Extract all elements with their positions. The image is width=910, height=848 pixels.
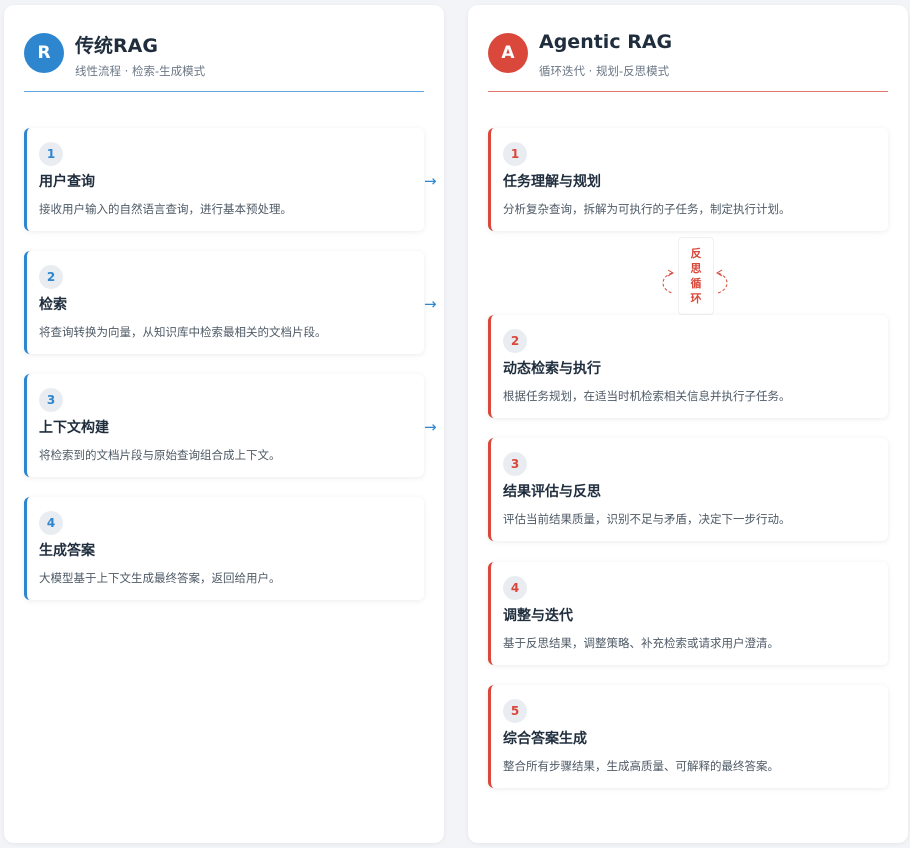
step-title: 调整与迭代 — [503, 608, 573, 624]
panel-subtitle: 线性流程 · 检索-生成模式 — [75, 64, 206, 78]
traditional-rag-panel: R 传统RAG 线性流程 · 检索-生成模式 1 用户查询 接收用户输入的自然语… — [4, 5, 444, 843]
step-card: 4 调整与迭代 基于反思结果，调整策略、补充检索或请求用户澄清。 — [488, 562, 888, 665]
step-title: 用户查询 — [39, 174, 95, 190]
step-number: 3 — [503, 452, 527, 476]
step-card: 1 用户查询 接收用户输入的自然语言查询，进行基本预处理。 — [24, 128, 424, 231]
step-title: 综合答案生成 — [503, 731, 587, 747]
step-card: 5 综合答案生成 整合所有步骤结果，生成高质量、可解释的最终答案。 — [488, 685, 888, 788]
panel-header: R 传统RAG 线性流程 · 检索-生成模式 — [24, 31, 424, 91]
step-description: 将检索到的文档片段与原始查询组合成上下文。 — [39, 448, 281, 462]
step-description: 评估当前结果质量，识别不足与矛盾，决定下一步行动。 — [503, 512, 791, 526]
step-title: 检索 — [39, 297, 67, 313]
step-title: 结果评估与反思 — [503, 484, 601, 500]
step-card: 1 任务理解与规划 分析复杂查询，拆解为可执行的子任务，制定执行计划。 — [488, 128, 888, 231]
step-number: 2 — [503, 329, 527, 353]
loop-char: 循 — [690, 277, 702, 290]
step-number: 4 — [503, 576, 527, 600]
step-number: 1 — [503, 142, 527, 166]
loop-char: 反 — [690, 247, 702, 260]
step-number: 5 — [503, 699, 527, 723]
step-description: 整合所有步骤结果，生成高质量、可解释的最终答案。 — [503, 759, 779, 773]
header-divider — [488, 91, 888, 92]
step-card: 2 检索 将查询转换为向量，从知识库中检索最相关的文档片段。 — [24, 251, 424, 354]
reflection-loop-label: 反 思 循 环 — [678, 237, 714, 315]
step-description: 将查询转换为向量，从知识库中检索最相关的文档片段。 — [39, 325, 327, 339]
step-title: 任务理解与规划 — [503, 174, 601, 190]
step-number: 1 — [39, 142, 63, 166]
step-card: 2 动态检索与执行 根据任务规划，在适当时机检索相关信息并执行子任务。 — [488, 315, 888, 418]
step-card: 3 上下文构建 将检索到的文档片段与原始查询组合成上下文。 — [24, 374, 424, 477]
panel-subtitle: 循环迭代 · 规划-反思模式 — [539, 64, 670, 78]
step-title: 生成答案 — [39, 543, 95, 559]
header-divider — [24, 91, 424, 92]
step-description: 基于反思结果，调整策略、补充检索或请求用户澄清。 — [503, 636, 779, 650]
agentic-rag-panel: A Agentic RAG 循环迭代 · 规划-反思模式 1 任务理解与规划 分… — [468, 5, 908, 843]
panel-title: 传统RAG — [75, 35, 158, 57]
flow-arrow-icon: → — [424, 295, 437, 313]
flow-arrow-icon: → — [424, 418, 437, 436]
step-card: 3 结果评估与反思 评估当前结果质量，识别不足与矛盾，决定下一步行动。 — [488, 438, 888, 541]
loop-char: 环 — [690, 292, 702, 305]
avatar: A — [488, 33, 528, 73]
loop-char: 思 — [690, 262, 702, 275]
step-description: 接收用户输入的自然语言查询，进行基本预处理。 — [39, 202, 292, 216]
step-title: 动态检索与执行 — [503, 361, 601, 377]
step-title: 上下文构建 — [39, 420, 109, 436]
flow-arrow-icon: → — [424, 172, 437, 190]
step-description: 根据任务规划，在适当时机检索相关信息并执行子任务。 — [503, 389, 791, 403]
panel-header: A Agentic RAG 循环迭代 · 规划-反思模式 — [488, 31, 888, 91]
panel-title: Agentic RAG — [539, 31, 673, 53]
step-description: 大模型基于上下文生成最终答案，返回给用户。 — [39, 571, 281, 585]
step-description: 分析复杂查询，拆解为可执行的子任务，制定执行计划。 — [503, 202, 791, 216]
step-number: 3 — [39, 388, 63, 412]
step-number: 2 — [39, 265, 63, 289]
step-card: 4 生成答案 大模型基于上下文生成最终答案，返回给用户。 — [24, 497, 424, 600]
avatar: R — [24, 33, 64, 73]
step-number: 4 — [39, 511, 63, 535]
